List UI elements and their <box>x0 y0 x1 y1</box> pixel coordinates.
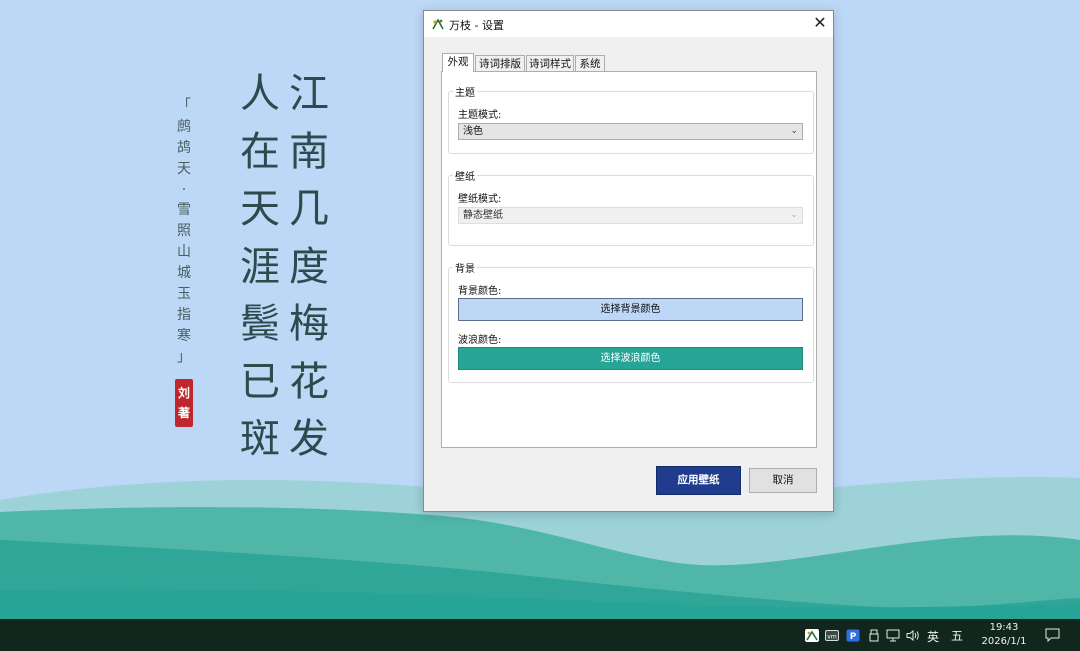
wanzhi-app-icon <box>431 17 445 31</box>
notification-icon[interactable] <box>1045 628 1060 642</box>
poem-title-char: 鹧 <box>177 118 191 135</box>
poem-char: 南 <box>289 128 329 175</box>
svg-text:P: P <box>850 632 857 642</box>
poem-title-char: 寒 <box>177 327 191 344</box>
network-icon[interactable] <box>886 629 900 642</box>
poem-column-right: 江 南 几 度 梅 花 发 <box>284 66 334 469</box>
poem-title-char: 指 <box>177 306 191 323</box>
theme-mode-select[interactable]: 浅色 ⌄ <box>458 123 803 140</box>
wallpaper-mode-label: 壁纸模式: <box>458 194 502 205</box>
wallpaper-mode-select[interactable]: 静态壁纸 ⌄ <box>458 207 803 224</box>
chevron-down-icon: ⌄ <box>790 210 798 220</box>
poem-title-char: 照 <box>177 223 191 240</box>
theme-mode-label: 主题模式: <box>458 110 502 121</box>
choose-bg-color-button[interactable]: 选择背景颜色 <box>458 298 803 321</box>
poem-title-char: 天 <box>177 160 191 177</box>
taskbar-clock[interactable]: 19:43 2026/1/1 <box>978 621 1030 649</box>
choose-wave-color-button[interactable]: 选择波浪颜色 <box>458 347 803 370</box>
theme-mode-value: 浅色 <box>463 126 483 137</box>
window-titlebar[interactable]: 万枝 - 设置 ✕ <box>424 11 833 37</box>
close-icon: ✕ <box>813 13 827 32</box>
poem-char: 发 <box>289 416 329 462</box>
seal-char: 著 <box>177 406 190 420</box>
poem-title-char: 」 <box>177 348 191 365</box>
settings-window: 万枝 - 设置 ✕ 外观 诗词排版 诗词样式 系统 主题 主题模式: 浅色 ⌄ … <box>423 10 834 512</box>
poem-char: 几 <box>289 186 329 232</box>
poem-char: 江 <box>289 71 329 117</box>
seal-char: 刘 <box>177 386 190 400</box>
apply-wallpaper-button[interactable]: 应用壁纸 <box>656 466 741 495</box>
ime-language-indicator[interactable]: 英 <box>927 628 939 645</box>
tab-system[interactable]: 系统 <box>575 55 605 71</box>
poem-char: 已 <box>240 358 280 405</box>
clock-time: 19:43 <box>989 622 1019 633</box>
poem-title-char: 鸪 <box>177 139 191 156</box>
svg-text:vm: vm <box>827 634 837 641</box>
background-group: 背景 背景颜色: 选择背景颜色 波浪颜色: 选择波浪颜色 <box>448 260 814 383</box>
p-app-icon[interactable]: P <box>846 629 860 642</box>
poem-title-char: 城 <box>177 265 191 282</box>
cancel-button[interactable]: 取消 <box>749 468 817 493</box>
poem-char: 人 <box>240 71 280 117</box>
tab-poem-style[interactable]: 诗词样式 <box>526 55 574 71</box>
poem-title: 「 鹧 鸪 天 · 雪 照 山 城 玉 指 寒 」 <box>173 96 195 368</box>
theme-group: 主题 主题模式: 浅色 ⌄ <box>448 84 814 154</box>
background-group-title: 背景 <box>453 260 477 275</box>
wallpaper-group: 壁纸 壁纸模式: 静态壁纸 ⌄ <box>448 168 814 246</box>
tab-appearance[interactable]: 外观 <box>442 53 474 72</box>
author-seal: 刘 著 <box>175 379 193 427</box>
theme-group-title: 主题 <box>453 84 477 99</box>
appearance-panel: 主题 主题模式: 浅色 ⌄ 壁纸 壁纸模式: 静态壁纸 ⌄ 背景 背景颜色: 选… <box>441 71 817 448</box>
volume-icon[interactable] <box>906 629 920 642</box>
poem-char: 鬓 <box>240 301 280 347</box>
clock-date: 2026/1/1 <box>981 636 1027 647</box>
vm-icon[interactable]: vm <box>825 629 839 642</box>
poem-char: 斑 <box>240 416 280 462</box>
poem-char: 梅 <box>289 301 329 347</box>
poem-title-char: 玉 <box>177 286 191 303</box>
poem-title-char: 「 <box>177 98 191 114</box>
poem-column-left: 人 在 天 涯 鬓 已 斑 <box>235 66 285 469</box>
poem-title-char: 雪 <box>177 202 191 219</box>
poem-title-char: · <box>181 181 187 198</box>
bg-color-label: 背景颜色: <box>458 286 502 297</box>
poem-char: 花 <box>289 358 329 405</box>
poem-char: 天 <box>240 186 280 232</box>
wanzhi-tray-icon[interactable] <box>805 629 819 642</box>
wallpaper-group-title: 壁纸 <box>453 168 477 183</box>
chevron-down-icon: ⌄ <box>790 126 798 136</box>
usb-icon[interactable] <box>867 629 881 642</box>
tab-poem-layout[interactable]: 诗词排版 <box>475 55 525 71</box>
window-title: 万枝 - 设置 <box>449 19 504 32</box>
wallpaper-mode-value: 静态壁纸 <box>463 210 503 221</box>
poem-title-char: 山 <box>177 244 191 261</box>
taskbar: vm P 英 五 19:43 2026/1/1 <box>0 619 1080 651</box>
poem-char: 在 <box>240 128 280 175</box>
ime-mode-indicator[interactable]: 五 <box>951 627 963 644</box>
close-button[interactable]: ✕ <box>807 11 833 37</box>
wave-color-label: 波浪颜色: <box>458 335 502 346</box>
poem-char: 涯 <box>240 243 280 290</box>
poem-char: 度 <box>289 243 329 290</box>
